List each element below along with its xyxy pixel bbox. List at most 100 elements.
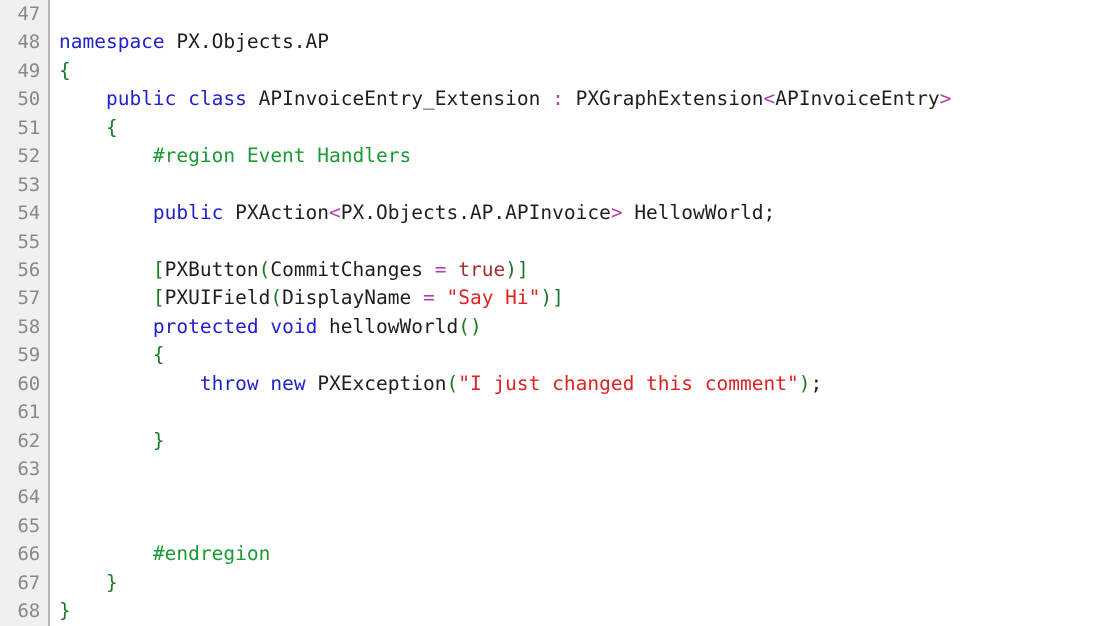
line-number: 66	[17, 543, 41, 566]
code-line[interactable]	[50, 398, 1102, 426]
code-text-area[interactable]: namespace PX.Objects.AP{ public class AP…	[50, 0, 1102, 626]
code-token: )	[798, 371, 811, 395]
line-number: 62	[17, 429, 41, 452]
code-token: {	[105, 115, 118, 139]
code-token: namespace	[59, 30, 165, 54]
code-token: APInvoiceEntry	[775, 87, 940, 111]
code-token: (	[270, 286, 283, 310]
code-token: [	[152, 257, 165, 281]
line-number: 58	[17, 315, 41, 338]
code-line[interactable]: namespace PX.Objects.AP	[50, 28, 1102, 56]
code-line[interactable]	[50, 0, 1102, 28]
code-editor[interactable]: 47 48 49 50 51 52 53 54 55 56 57 58 59 60 61 62 63 64 65 66…	[0, 0, 1102, 626]
line-number: 61	[17, 401, 41, 424]
code-token: PXAction	[223, 201, 330, 225]
code-token: class	[188, 87, 247, 111]
line-number: 52	[17, 145, 41, 168]
code-line[interactable]: [PXUIField(DisplayName = "Say Hi")]	[50, 284, 1102, 312]
line-number: 54	[17, 202, 41, 225]
code-token: <	[763, 87, 776, 111]
line-number: 48	[17, 31, 41, 54]
code-token: #endregion	[152, 542, 271, 566]
code-line[interactable]	[50, 228, 1102, 256]
line-number: 63	[17, 458, 41, 480]
code-token: true	[458, 257, 506, 281]
code-token: PXGraphExtension	[563, 87, 764, 111]
code-token: }	[59, 599, 71, 623]
code-token: PX.Objects.AP	[164, 30, 330, 54]
code-token: ;	[810, 371, 823, 395]
code-line[interactable]: throw new PXException("I just changed th…	[50, 370, 1102, 398]
line-number: 60	[17, 372, 41, 395]
code-token: public	[105, 87, 177, 111]
code-line[interactable]: public PXAction<PX.Objects.AP.APInvoice>…	[50, 199, 1102, 227]
line-number: 55	[17, 230, 41, 253]
line-number: 56	[17, 258, 41, 281]
code-token: }	[152, 428, 165, 452]
code-token: throw	[199, 371, 259, 395]
line-number: 67	[17, 571, 41, 594]
code-line[interactable]: {	[50, 57, 1102, 85]
code-token: PXUIField	[164, 286, 271, 310]
code-token: APInvoiceEntry_Extension	[246, 87, 553, 111]
line-number: 57	[17, 287, 41, 310]
line-number: 65	[17, 514, 41, 537]
code-token: new	[270, 371, 306, 395]
line-number: 68	[17, 600, 41, 623]
code-token: CommitChanges	[270, 257, 435, 281]
code-line[interactable]	[50, 455, 1102, 483]
line-number: 47	[17, 3, 41, 25]
code-token: void	[270, 314, 318, 338]
code-token: protected	[152, 314, 259, 338]
code-line[interactable]: }	[50, 597, 1102, 625]
line-number: 49	[17, 59, 41, 82]
code-token: )	[540, 286, 553, 310]
code-line[interactable]: protected void hellowWorld()	[50, 313, 1102, 341]
code-token: =	[434, 257, 447, 281]
code-token: ]	[552, 286, 564, 310]
code-token: public	[152, 201, 224, 225]
code-line[interactable]: {	[50, 114, 1102, 142]
code-token: DisplayName	[282, 286, 423, 310]
code-line[interactable]: public class APInvoiceEntry_Extension : …	[50, 85, 1102, 113]
code-line[interactable]	[50, 512, 1102, 540]
code-token: ]	[516, 257, 529, 281]
code-token: :	[552, 87, 564, 111]
code-line[interactable]: #region Event Handlers	[50, 142, 1102, 170]
code-token: PXException	[305, 371, 447, 395]
line-number-gutter[interactable]: 47 48 49 50 51 52 53 54 55 56 57 58 59 60 61 62 63 64 65 66…	[0, 0, 50, 626]
code-line[interactable]	[50, 171, 1102, 199]
code-token: #region Event Handlers	[152, 144, 412, 168]
code-line[interactable]: [PXButton(CommitChanges = true)]	[50, 256, 1102, 284]
line-number: 53	[17, 173, 41, 196]
code-token: "Say Hi"	[446, 286, 541, 310]
line-number: 51	[17, 116, 41, 139]
code-line[interactable]: }	[50, 427, 1102, 455]
code-token: PX.Objects.AP.APInvoice	[340, 201, 611, 225]
line-number: 50	[17, 88, 41, 111]
code-line[interactable]	[50, 483, 1102, 511]
code-token: <	[329, 201, 341, 225]
code-token: "I just changed this comment"	[458, 371, 799, 395]
code-line[interactable]: #endregion	[50, 540, 1102, 568]
code-line[interactable]: }	[50, 569, 1102, 597]
code-line[interactable]: {	[50, 341, 1102, 369]
code-token: HellowWorld;	[622, 201, 776, 225]
line-number: 59	[17, 344, 41, 367]
code-token: {	[59, 58, 71, 82]
line-number: 64	[17, 486, 41, 509]
